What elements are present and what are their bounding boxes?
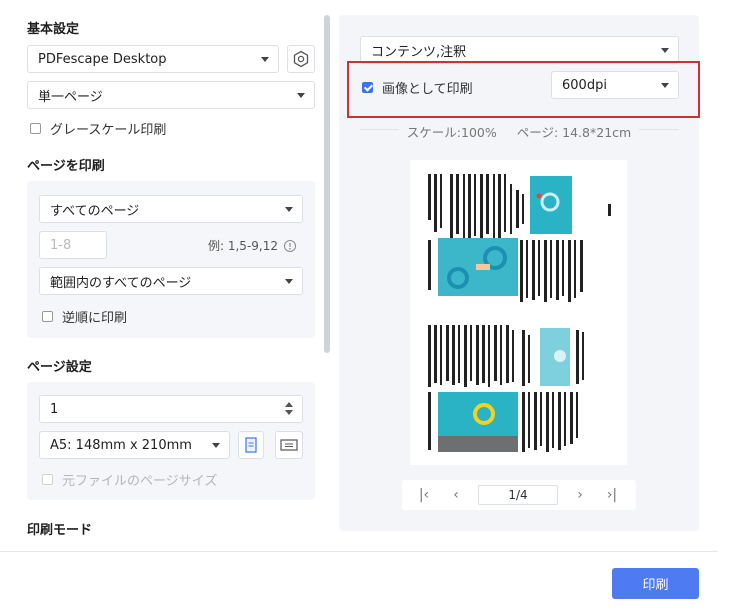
page-mode-select[interactable]: 単一ページ [27, 81, 315, 109]
copies-stepper[interactable]: 1 [39, 395, 303, 423]
reverse-order-checkbox[interactable]: 逆順に印刷 [42, 307, 127, 326]
copies-value: 1 [50, 401, 59, 417]
page-range-select[interactable]: すべてのページ [39, 195, 303, 223]
original-size-label: 元ファイルのページサイズ [62, 474, 218, 489]
paper-size-value: A5: 148mm x 210mm [50, 437, 192, 453]
landscape-button[interactable] [275, 431, 303, 459]
print-mode-title: 印刷モード [27, 523, 93, 538]
print-pages-title: ページを印刷 [27, 159, 105, 174]
page-range-input[interactable]: 1-8 [39, 231, 107, 259]
scale-info: スケール:100% ページ: 14.8*21cm [339, 122, 699, 141]
portrait-icon [245, 437, 257, 453]
original-size-checkbox-box[interactable] [42, 474, 53, 485]
footer-divider [0, 551, 718, 552]
scale-text: スケール:100% [406, 125, 497, 140]
printer-select-value: PDFescape Desktop [38, 51, 167, 67]
left-scrollbar[interactable] [324, 15, 330, 353]
content-select-value: コンテンツ,注釈 [371, 44, 467, 60]
page-navigator: |‹ ‹ 1/4 › ›| [402, 480, 636, 510]
first-page-icon[interactable]: |‹ [412, 487, 436, 503]
next-page-icon[interactable]: › [568, 487, 592, 503]
page-preview [410, 160, 627, 465]
chevron-down-icon [661, 48, 669, 53]
grayscale-label: グレースケール印刷 [50, 123, 167, 138]
chevron-down-icon [212, 443, 220, 448]
chevron-down-icon [285, 207, 293, 212]
page-range-placeholder: 1-8 [50, 237, 72, 253]
stepper-arrows-icon[interactable] [285, 402, 293, 415]
print-button[interactable]: 印刷 [612, 568, 699, 599]
original-size-checkbox[interactable]: 元ファイルのページサイズ [42, 470, 217, 489]
chevron-down-icon [285, 279, 293, 284]
page-range-value: すべてのページ [50, 203, 140, 219]
settings-icon [293, 50, 309, 68]
page-subset-value: 範囲内のすべてのページ [50, 275, 192, 291]
printer-select[interactable]: PDFescape Desktop [27, 45, 279, 73]
highlight-box [347, 61, 700, 118]
landscape-icon [280, 439, 298, 451]
portrait-button[interactable] [238, 431, 264, 459]
page-counter-input[interactable]: 1/4 [478, 485, 558, 505]
chevron-down-icon [297, 93, 305, 98]
page-setup-title: ページ設定 [27, 360, 92, 375]
left-panel: 基本設定 PDFescape Desktop 単一ページ グレースケール印刷 ペ… [0, 0, 334, 552]
printer-settings-button[interactable] [287, 45, 315, 73]
last-page-icon[interactable]: ›| [600, 487, 624, 503]
reverse-order-checkbox-box[interactable] [42, 311, 53, 322]
chevron-down-icon [261, 57, 269, 62]
grayscale-checkbox[interactable]: グレースケール印刷 [30, 119, 166, 138]
page-preview-image [428, 174, 611, 452]
prev-page-icon[interactable]: ‹ [444, 487, 468, 503]
reverse-order-label: 逆順に印刷 [62, 311, 128, 326]
page-size-text: ページ: 14.8*21cm [516, 125, 632, 140]
paper-size-select[interactable]: A5: 148mm x 210mm [39, 431, 230, 459]
page-mode-value: 単一ページ [38, 89, 103, 105]
basic-settings-title: 基本設定 [27, 22, 80, 37]
content-select[interactable]: コンテンツ,注釈 [360, 36, 679, 64]
grayscale-checkbox-box[interactable] [30, 123, 41, 134]
range-example-text: 例: 1,5-9,12 [208, 239, 278, 253]
range-example: 例: 1,5-9,12 [208, 237, 297, 254]
page-subset-select[interactable]: 範囲内のすべてのページ [39, 267, 303, 295]
info-icon[interactable] [283, 239, 297, 253]
